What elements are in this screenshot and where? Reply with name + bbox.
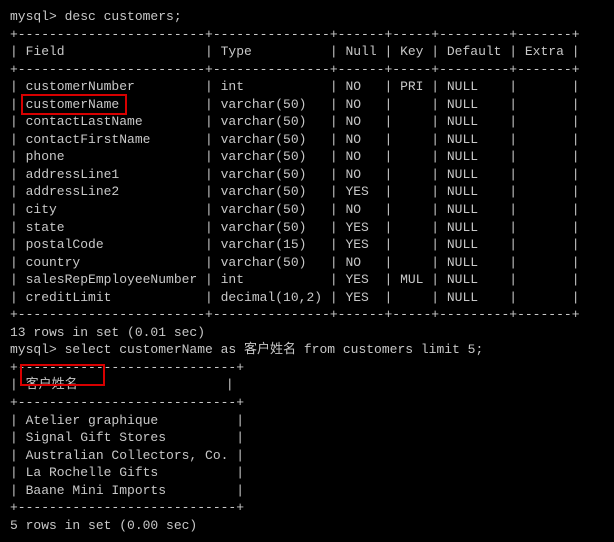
table2-row: | Atelier graphique | [10, 412, 604, 430]
table2-header: | 客户姓名 | [10, 376, 604, 394]
table2-border-top: +----------------------------+ [10, 359, 604, 377]
table1-row: | country | varchar(50) | NO | | NULL | … [10, 254, 604, 272]
table2-row: | Baane Mini Imports | [10, 482, 604, 500]
table1-row: | city | varchar(50) | NO | | NULL | | [10, 201, 604, 219]
table2-row: | Signal Gift Stores | [10, 429, 604, 447]
status-rows-2: 5 rows in set (0.00 sec) [10, 517, 604, 535]
table1-row: | contactFirstName | varchar(50) | NO | … [10, 131, 604, 149]
table2-border-mid: +----------------------------+ [10, 394, 604, 412]
mysql-prompt-1[interactable]: mysql> desc customers; [10, 8, 604, 26]
table1-row: | contactLastName | varchar(50) | NO | |… [10, 113, 604, 131]
status-rows-1: 13 rows in set (0.01 sec) [10, 324, 604, 342]
table1-row: | phone | varchar(50) | NO | | NULL | | [10, 148, 604, 166]
table1-row: | customerName | varchar(50) | NO | | NU… [10, 96, 604, 114]
table1-border-mid: +------------------------+--------------… [10, 61, 604, 79]
table1-border-bot: +------------------------+--------------… [10, 306, 604, 324]
terminal-output: mysql> desc customers; +----------------… [10, 8, 604, 534]
table1-row: | postalCode | varchar(15) | YES | | NUL… [10, 236, 604, 254]
table2-row: | La Rochelle Gifts | [10, 464, 604, 482]
mysql-prompt-2[interactable]: mysql> select customerName as 客户姓名 from … [10, 341, 604, 359]
table2-row: | Australian Collectors, Co. | [10, 447, 604, 465]
table2-border-bot: +----------------------------+ [10, 499, 604, 517]
table1-row: | salesRepEmployeeNumber | int | YES | M… [10, 271, 604, 289]
table1-row: | customerNumber | int | NO | PRI | NULL… [10, 78, 604, 96]
table1-header: | Field | Type | Null | Key | Default | … [10, 43, 604, 61]
table1-row: | state | varchar(50) | YES | | NULL | | [10, 219, 604, 237]
table1-row: | addressLine1 | varchar(50) | NO | | NU… [10, 166, 604, 184]
table1-border-top: +------------------------+--------------… [10, 26, 604, 44]
table1-row: | addressLine2 | varchar(50) | YES | | N… [10, 183, 604, 201]
table1-row: | creditLimit | decimal(10,2) | YES | | … [10, 289, 604, 307]
